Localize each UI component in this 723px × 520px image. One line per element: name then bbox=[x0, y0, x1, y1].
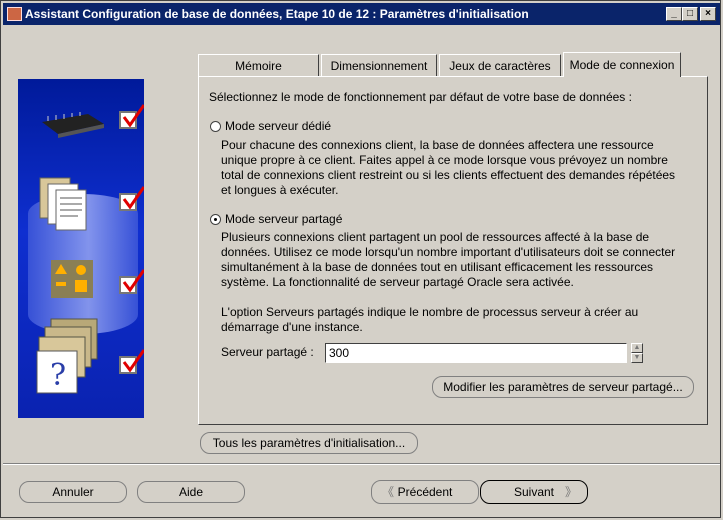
spinner-down-icon[interactable]: ▼ bbox=[631, 353, 643, 363]
tab-mode-de-connexion[interactable]: Mode de connexion bbox=[563, 52, 681, 77]
modify-shared-server-button[interactable]: Modifier les paramètres de serveur parta… bbox=[432, 376, 694, 398]
footer-separator bbox=[3, 463, 720, 465]
step-1-checkbox bbox=[119, 104, 144, 129]
all-init-params-button[interactable]: Tous les paramètres d'initialisation... bbox=[200, 432, 418, 454]
shared-description: Plusieurs connexions client partagent un… bbox=[221, 230, 676, 289]
memory-chip-icon bbox=[42, 112, 104, 138]
steps-illustration: ? bbox=[18, 79, 144, 418]
chevron-left-icon: 《 bbox=[382, 485, 395, 499]
shared-server-spinner[interactable]: ▲ ▼ bbox=[631, 343, 643, 363]
dedicated-description: Pour chacune des connexions client, la b… bbox=[221, 138, 676, 197]
app-icon bbox=[7, 7, 22, 21]
intro-text: Sélectionnez le mode de fonctionnement p… bbox=[209, 90, 632, 104]
help-button[interactable]: Aide bbox=[137, 481, 245, 503]
next-label: Suivant bbox=[513, 485, 555, 499]
shared-server-radio[interactable] bbox=[210, 214, 221, 225]
dedicated-server-label[interactable]: Mode serveur dédié bbox=[225, 119, 331, 134]
documents-icon bbox=[39, 177, 87, 231]
tab-dimensionnement[interactable]: Dimensionnement bbox=[321, 54, 437, 76]
connection-mode-panel: Sélectionnez le mode de fonctionnement p… bbox=[198, 76, 708, 425]
next-button[interactable]: Suivant 》 bbox=[480, 480, 588, 504]
cancel-button[interactable]: Annuler bbox=[19, 481, 127, 503]
svg-text:?: ? bbox=[50, 358, 66, 393]
spinner-up-icon[interactable]: ▲ bbox=[631, 343, 643, 353]
window-title: Assistant Configuration de base de donné… bbox=[25, 7, 529, 21]
step-4-checkbox bbox=[119, 349, 144, 374]
close-button[interactable]: × bbox=[700, 7, 716, 21]
help-folder-icon: ? bbox=[36, 318, 98, 394]
shared-server-label[interactable]: Mode serveur partagé bbox=[225, 212, 342, 227]
maximize-button[interactable]: □ bbox=[682, 7, 698, 21]
shapes-icon bbox=[51, 260, 93, 298]
dedicated-server-radio[interactable] bbox=[210, 121, 221, 132]
shared-server-input[interactable]: 300 bbox=[325, 343, 627, 363]
wizard-window: Assistant Configuration de base de donné… bbox=[0, 0, 721, 518]
shared-option-text: L'option Serveurs partagés indique le no… bbox=[221, 305, 639, 334]
tab-memoire[interactable]: Mémoire bbox=[198, 54, 319, 76]
title-bar: Assistant Configuration de base de donné… bbox=[3, 3, 720, 25]
shared-server-field-label: Serveur partagé : bbox=[221, 345, 314, 359]
back-label: Précédent bbox=[397, 485, 453, 499]
step-2-checkbox bbox=[119, 186, 144, 211]
step-3-checkbox bbox=[119, 269, 144, 294]
minimize-button[interactable]: _ bbox=[666, 7, 682, 21]
back-button[interactable]: 《 Précédent bbox=[371, 480, 479, 504]
tab-jeux-de-caracteres[interactable]: Jeux de caractères bbox=[439, 54, 561, 76]
chevron-right-icon: 》 bbox=[564, 485, 577, 499]
